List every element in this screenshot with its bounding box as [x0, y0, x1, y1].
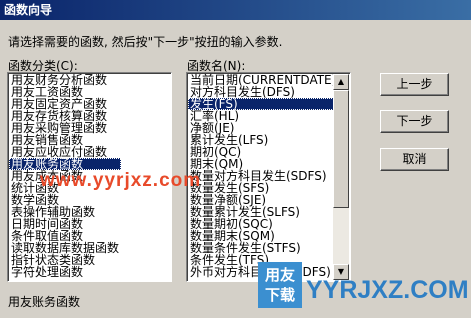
next-button[interactable]: 下一步: [380, 110, 449, 133]
watermark-logo: 用友 下载: [258, 262, 302, 308]
cancel-button[interactable]: 取消: [380, 148, 449, 171]
logo-line2: 下载: [264, 286, 295, 304]
instruction-text: 请选择需要的函数, 然后按"下一步"按扭的输入参数.: [8, 35, 283, 49]
function-scrollbar[interactable]: ▲ ▼: [333, 74, 349, 280]
watermark-site: YYRJXZ.COM: [306, 276, 469, 304]
logo-line1: 用友: [264, 266, 295, 284]
prev-button[interactable]: 上一步: [380, 73, 449, 96]
scroll-up-icon[interactable]: ▲: [333, 74, 349, 90]
dialog-title-bar: 函数向导: [0, 0, 471, 20]
scroll-thumb[interactable]: [333, 90, 349, 208]
function-listbox[interactable]: 当前日期(CURRENTDATE) 对方科目发生(DFS) 发生(FS) 汇率(HL)…: [186, 72, 351, 282]
status-description: 用友账务函数: [8, 295, 81, 309]
watermark-url: www.yyrjxz.com: [40, 170, 202, 191]
category-item[interactable]: 字符处理函数: [9, 266, 121, 278]
